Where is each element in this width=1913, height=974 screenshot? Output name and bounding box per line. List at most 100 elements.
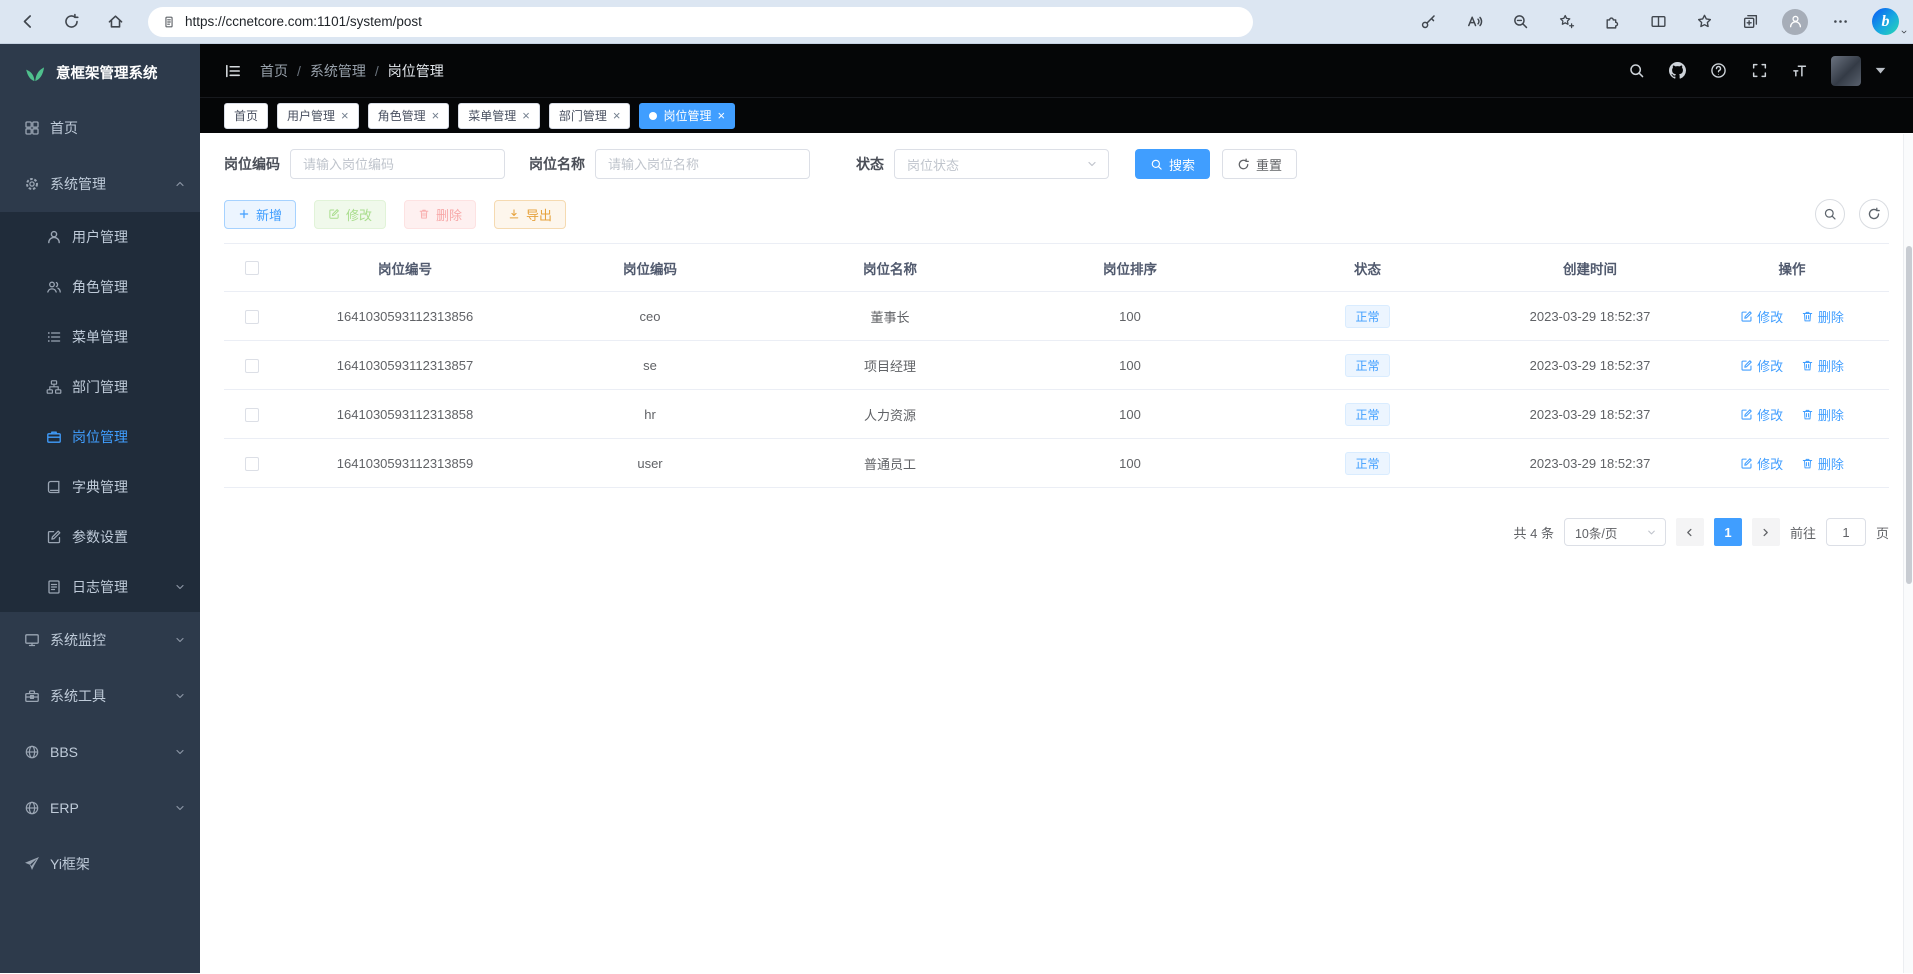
sidebar-item-dictionary-management[interactable]: 字典管理 xyxy=(0,462,200,512)
row-checkbox[interactable] xyxy=(245,408,259,422)
tab-home[interactable]: 首页 xyxy=(224,103,268,129)
row-delete-button[interactable]: 删除 xyxy=(1801,307,1844,326)
breadcrumb-item[interactable]: 首页 xyxy=(260,61,288,81)
site-info-icon[interactable] xyxy=(162,15,176,29)
close-icon[interactable]: × xyxy=(341,109,349,122)
header-search-button[interactable] xyxy=(1626,61,1646,81)
sidebar-item-user-management[interactable]: 用户管理 xyxy=(0,212,200,262)
sidebar-item-yi-framework[interactable]: Yi框架 xyxy=(0,836,200,892)
github-button[interactable] xyxy=(1667,61,1687,81)
tab-menu-management[interactable]: 菜单管理 × xyxy=(458,103,540,129)
refresh-button[interactable] xyxy=(54,5,88,39)
search-button[interactable]: 搜索 xyxy=(1135,149,1210,179)
scrollbar-thumb[interactable] xyxy=(1906,246,1912,584)
close-icon[interactable]: × xyxy=(522,109,530,122)
current-page[interactable]: 1 xyxy=(1714,518,1742,546)
select-all-checkbox[interactable] xyxy=(245,261,259,275)
cell-post-id: 1641030593112313859 xyxy=(280,439,530,488)
row-edit-button[interactable]: 修改 xyxy=(1740,405,1783,424)
scrollbar-track[interactable] xyxy=(1903,134,1913,973)
font-size-button[interactable] xyxy=(1790,61,1810,81)
row-checkbox[interactable] xyxy=(245,359,259,373)
split-screen-button[interactable] xyxy=(1644,8,1672,36)
refresh-icon xyxy=(1867,207,1881,221)
browser-menu-button[interactable] xyxy=(1826,8,1854,36)
close-icon[interactable]: × xyxy=(717,109,725,122)
read-aloud-button[interactable] xyxy=(1460,8,1488,36)
sidebar-item-system-monitor[interactable]: 系统监控 xyxy=(0,612,200,668)
post-code-input[interactable] xyxy=(290,149,505,179)
goto-page-input[interactable] xyxy=(1826,518,1866,546)
tab-department-management[interactable]: 部门管理 × xyxy=(549,103,631,129)
status-select[interactable]: 岗位状态 xyxy=(894,149,1109,179)
goto-unit-label: 页 xyxy=(1876,523,1889,542)
tab-role-management[interactable]: 角色管理 × xyxy=(368,103,450,129)
sidebar-item-post-management[interactable]: 岗位管理 xyxy=(0,412,200,462)
sidebar-item-bbs[interactable]: BBS xyxy=(0,724,200,780)
row-checkbox[interactable] xyxy=(245,310,259,324)
tab-user-management[interactable]: 用户管理 × xyxy=(277,103,359,129)
tab-post-management[interactable]: 岗位管理 × xyxy=(639,103,735,129)
column-post-id: 岗位编号 xyxy=(280,244,530,292)
row-edit-button[interactable]: 修改 xyxy=(1740,307,1783,326)
sidebar-item-home[interactable]: 首页 xyxy=(0,100,200,156)
row-delete-button[interactable]: 删除 xyxy=(1801,454,1844,473)
reset-button[interactable]: 重置 xyxy=(1222,149,1297,179)
password-key-button[interactable] xyxy=(1414,8,1442,36)
caret-down-icon[interactable] xyxy=(1872,62,1889,79)
row-delete-button[interactable]: 删除 xyxy=(1801,405,1844,424)
sidebar-item-system-tools[interactable]: 系统工具 xyxy=(0,668,200,724)
refresh-icon xyxy=(63,13,80,30)
row-checkbox[interactable] xyxy=(245,457,259,471)
favorites-button[interactable] xyxy=(1690,8,1718,36)
sidebar-item-log-management[interactable]: 日志管理 xyxy=(0,562,200,612)
post-name-input[interactable] xyxy=(595,149,810,179)
user-avatar[interactable] xyxy=(1831,56,1861,86)
row-edit-button[interactable]: 修改 xyxy=(1740,356,1783,375)
toggle-search-button[interactable] xyxy=(1815,199,1845,229)
add-button[interactable]: 新增 xyxy=(224,200,296,229)
trash-icon xyxy=(1801,457,1814,470)
close-icon[interactable]: × xyxy=(432,109,440,122)
posts-table: 岗位编号 岗位编码 岗位名称 岗位排序 状态 创建时间 操作 164103059… xyxy=(224,243,1889,488)
home-icon xyxy=(107,13,124,30)
users-icon xyxy=(46,279,62,295)
globe-icon xyxy=(24,744,40,760)
app-logo[interactable]: 意框架管理系统 xyxy=(0,44,200,100)
zoom-button[interactable] xyxy=(1506,8,1534,36)
sidebar-item-role-management[interactable]: 角色管理 xyxy=(0,262,200,312)
collections-button[interactable] xyxy=(1736,8,1764,36)
next-page-button[interactable] xyxy=(1752,518,1780,546)
breadcrumb-separator: / xyxy=(297,63,301,79)
export-button[interactable]: 导出 xyxy=(494,200,566,229)
back-button[interactable] xyxy=(10,5,44,39)
fullscreen-button[interactable] xyxy=(1749,61,1769,81)
sidebar-item-menu-management[interactable]: 菜单管理 xyxy=(0,312,200,362)
address-bar[interactable]: https://ccnetcore.com:1101/system/post xyxy=(148,7,1253,37)
column-status: 状态 xyxy=(1250,244,1485,292)
cell-post-id: 1641030593112313858 xyxy=(280,390,530,439)
sidebar: 意框架管理系统 首页 系统管理 用户管理 角色管理 菜单管理 xyxy=(0,44,200,973)
add-favorite-button[interactable] xyxy=(1552,8,1580,36)
row-delete-button[interactable]: 删除 xyxy=(1801,356,1844,375)
bing-sidebar-button[interactable]: b xyxy=(1872,8,1899,35)
close-icon[interactable]: × xyxy=(613,109,621,122)
url-text: https://ccnetcore.com:1101/system/post xyxy=(185,14,422,29)
sidebar-item-label: Yi框架 xyxy=(50,854,90,874)
table-row: 1641030593112313859 user 普通员工 100 正常 202… xyxy=(224,439,1889,488)
row-edit-button[interactable]: 修改 xyxy=(1740,454,1783,473)
collapse-sidebar-icon[interactable] xyxy=(224,62,242,80)
prev-page-button[interactable] xyxy=(1676,518,1704,546)
refresh-table-button[interactable] xyxy=(1859,199,1889,229)
toolbox-icon xyxy=(24,688,40,704)
sidebar-item-system-management[interactable]: 系统管理 xyxy=(0,156,200,212)
home-button[interactable] xyxy=(98,5,132,39)
sidebar-item-parameter-settings[interactable]: 参数设置 xyxy=(0,512,200,562)
sidebar-item-erp[interactable]: ERP xyxy=(0,780,200,836)
pagination: 共 4 条 10条/页 1 前往 页 xyxy=(224,518,1889,546)
browser-profile-avatar[interactable] xyxy=(1782,9,1808,35)
help-button[interactable] xyxy=(1708,61,1728,81)
sidebar-item-department-management[interactable]: 部门管理 xyxy=(0,362,200,412)
page-size-select[interactable]: 10条/页 xyxy=(1564,518,1666,546)
extensions-button[interactable] xyxy=(1598,8,1626,36)
